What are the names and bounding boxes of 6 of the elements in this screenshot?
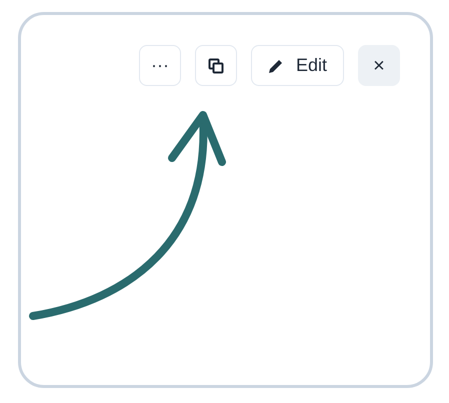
- copy-button[interactable]: [194, 45, 237, 86]
- edit-button[interactable]: Edit: [250, 45, 344, 86]
- more-button[interactable]: ···: [138, 45, 181, 86]
- pencil-icon: [268, 58, 284, 74]
- close-button[interactable]: ×: [358, 45, 400, 86]
- copy-icon: [208, 58, 224, 74]
